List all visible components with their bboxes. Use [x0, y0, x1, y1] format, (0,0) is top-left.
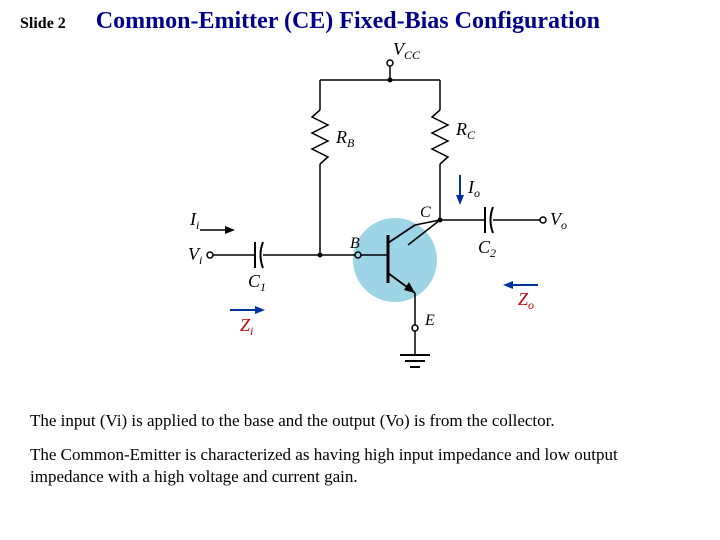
- vo-terminal: [540, 217, 546, 223]
- circuit-diagram: VCC RB RC Io C C2 Vo Zo B E: [0, 35, 720, 400]
- vo-label: Vo: [550, 209, 567, 232]
- slide-number: Slide 2: [20, 15, 66, 33]
- zi-label: Zi: [240, 315, 253, 338]
- paragraph-1: The input (Vi) is applied to the base an…: [30, 410, 690, 432]
- transistor-highlight: [353, 218, 437, 302]
- resistor-rc: [432, 110, 448, 164]
- c-label: C: [420, 204, 431, 221]
- ii-label: Ii: [189, 209, 199, 232]
- paragraph-2: The Common-Emitter is characterized as h…: [30, 444, 690, 488]
- e-label: E: [424, 312, 435, 329]
- vcc-terminal: [387, 60, 393, 66]
- io-label: Io: [467, 177, 480, 200]
- ce-fixed-bias-svg: VCC RB RC Io C C2 Vo Zo B E: [140, 35, 580, 395]
- rc-label: RC: [455, 119, 476, 142]
- resistor-rb: [312, 110, 328, 164]
- vi-label: Vi: [188, 244, 202, 267]
- vcc-label: VCC: [393, 39, 421, 62]
- zo-label: Zo: [518, 289, 534, 312]
- vi-terminal: [207, 252, 213, 258]
- page-title: Common-Emitter (CE) Fixed-Bias Configura…: [96, 8, 600, 35]
- b-label: B: [350, 235, 360, 252]
- c2-label: C2: [478, 237, 496, 260]
- rb-label: RB: [335, 127, 355, 150]
- c1-label: C1: [248, 271, 266, 294]
